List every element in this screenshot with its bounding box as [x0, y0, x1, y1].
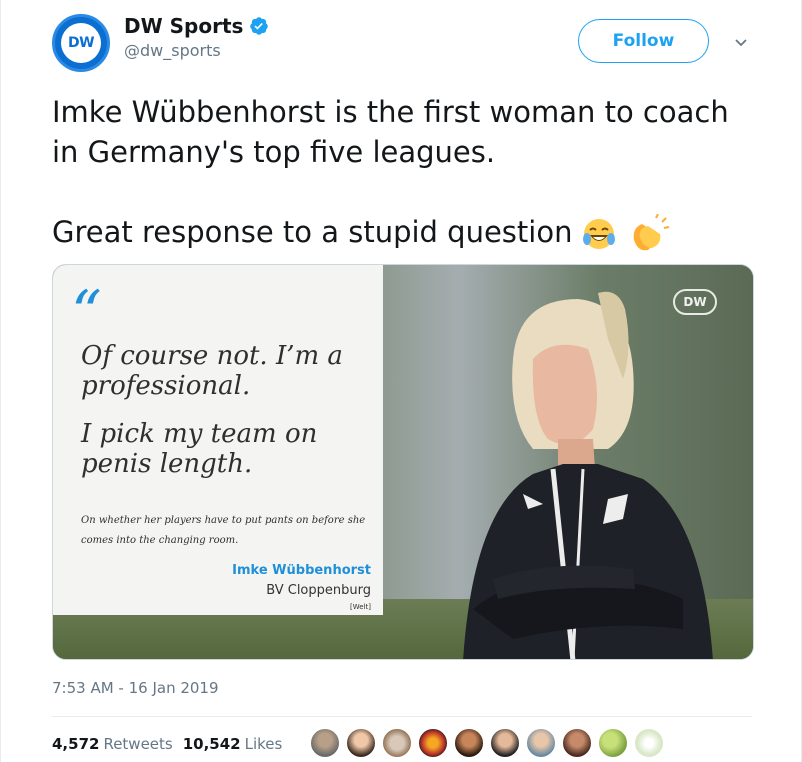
- tweet-image[interactable]: “ Of course not. I’m a professional. I p…: [52, 264, 754, 660]
- quote-author-club: BV Cloppenburg: [266, 583, 371, 598]
- tweet-timestamp[interactable]: 7:53 AM - 16 Jan 2019: [52, 679, 219, 697]
- likes-stat[interactable]: 10,542 Likes: [183, 735, 283, 753]
- likers-avatars: [310, 728, 664, 758]
- tweet-stats: 4,572 Retweets 10,542 Likes: [52, 735, 292, 753]
- dw-logo-icon: DW: [61, 23, 101, 63]
- liker-avatar[interactable]: [418, 728, 448, 758]
- liker-avatar[interactable]: [310, 728, 340, 758]
- retweets-count: 4,572: [52, 735, 100, 753]
- verified-badge-icon: [250, 17, 269, 35]
- retweets-stat[interactable]: 4,572 Retweets: [52, 735, 173, 753]
- likes-count: 10,542: [182, 735, 241, 753]
- liker-avatar[interactable]: [526, 728, 556, 758]
- quote-part-1: Of course not. I’m a professional.: [81, 341, 343, 401]
- quote-card: “ Of course not. I’m a professional. I p…: [53, 265, 383, 615]
- follow-button[interactable]: Follow: [578, 19, 709, 63]
- liker-avatar[interactable]: [598, 728, 628, 758]
- liker-avatar[interactable]: [454, 728, 484, 758]
- quote-author-name: Imke Wübbenhorst: [232, 563, 371, 578]
- tweet-text: Imke Wübbenhorst is the first woman to c…: [52, 92, 752, 254]
- likes-label: Likes: [244, 735, 283, 753]
- quote-mark-icon: “: [71, 278, 102, 348]
- tweet-text-line2: Great response to a stupid question: [52, 212, 752, 254]
- author-avatar[interactable]: DW: [52, 14, 110, 72]
- clapping-hands-emoji-icon: [634, 214, 670, 251]
- retweets-label: Retweets: [103, 735, 173, 753]
- liker-avatar[interactable]: [490, 728, 520, 758]
- quote-part-2: I pick my team on penis length.: [81, 419, 318, 479]
- author-handle[interactable]: @dw_sports: [124, 41, 269, 60]
- liker-avatar[interactable]: [346, 728, 376, 758]
- liker-avatar[interactable]: [634, 728, 664, 758]
- author-info: DW Sports @dw_sports: [124, 14, 269, 60]
- liker-avatar[interactable]: [562, 728, 592, 758]
- quote-context: On whether her players have to put pants…: [81, 515, 366, 546]
- tweet-text-line2-text: Great response to a stupid question: [52, 215, 573, 249]
- tears-of-joy-emoji-icon: [583, 219, 616, 249]
- tweet-text-line1: Imke Wübbenhorst is the first woman to c…: [52, 95, 729, 169]
- quote-source: [Welt]: [350, 603, 371, 611]
- quote-text: Of course not. I’m a professional. I pic…: [81, 341, 371, 479]
- chevron-down-icon[interactable]: [734, 36, 748, 50]
- avatar-text: DW: [67, 35, 95, 51]
- liker-avatar[interactable]: [382, 728, 412, 758]
- author-display-name[interactable]: DW Sports: [124, 14, 243, 38]
- dw-watermark-logo: DW: [673, 289, 717, 315]
- author-name-row[interactable]: DW Sports: [124, 14, 269, 38]
- coach-photo: [463, 291, 713, 659]
- divider: [52, 716, 752, 717]
- tweet-card: DW DW Sports @dw_sports Follow Imke Wübb…: [0, 0, 802, 762]
